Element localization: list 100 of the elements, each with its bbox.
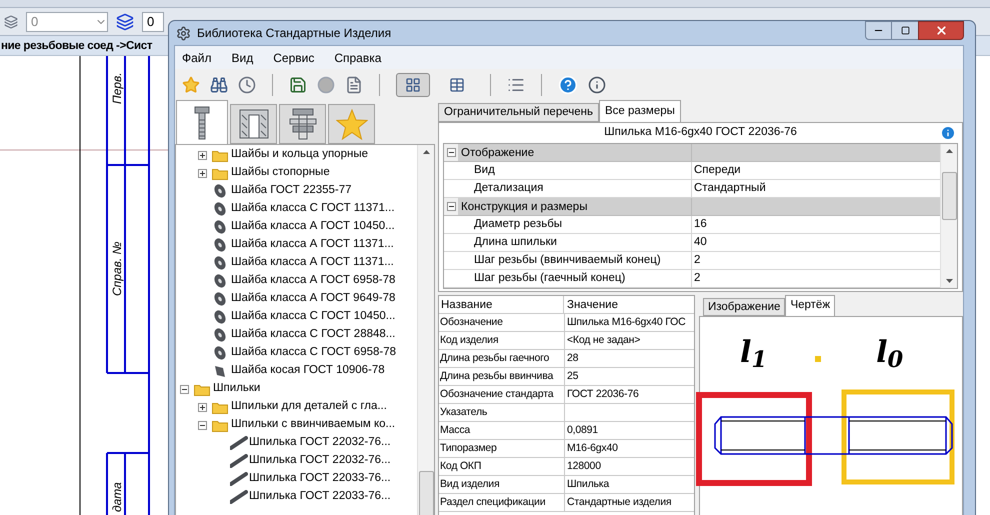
tree-item[interactable]: Шайба класса А ГОСТ 6958-78 bbox=[176, 272, 417, 290]
collapse-icon[interactable] bbox=[198, 420, 207, 430]
scrollbar[interactable] bbox=[417, 145, 434, 515]
star-icon[interactable] bbox=[182, 76, 200, 94]
folder-icon bbox=[194, 382, 210, 396]
slanted-washer-icon bbox=[212, 363, 228, 379]
tree-item[interactable]: Шайбы и кольца упорные bbox=[176, 146, 417, 164]
column-header[interactable]: Значение bbox=[564, 296, 694, 313]
scroll-down-icon[interactable] bbox=[946, 279, 952, 283]
tree-item[interactable]: Шайба косая ГОСТ 10906-78 bbox=[176, 362, 417, 380]
tree-item[interactable]: Шпилька ГОСТ 22032-76... bbox=[176, 452, 417, 470]
tab[interactable]: Ограничительный перечень bbox=[438, 103, 599, 122]
property-name: Шаг резьбы (гаечный конец) bbox=[474, 270, 692, 287]
category-tab[interactable] bbox=[279, 104, 326, 144]
property-value[interactable]: 40 bbox=[692, 234, 940, 251]
scrollbar-thumb[interactable] bbox=[418, 471, 434, 515]
tree-item[interactable]: Шпилька ГОСТ 22032-76... bbox=[176, 434, 417, 452]
tree-item[interactable]: Шпильки для деталей с гла... bbox=[176, 398, 417, 416]
washer-icon bbox=[212, 237, 228, 253]
close-button[interactable] bbox=[918, 21, 964, 40]
property-value[interactable]: 2 bbox=[692, 270, 940, 287]
expand-icon[interactable] bbox=[198, 402, 207, 412]
save-icon[interactable] bbox=[289, 76, 307, 94]
layers-icon[interactable] bbox=[116, 12, 134, 30]
expand-icon[interactable] bbox=[198, 150, 207, 160]
tree-item[interactable]: Шайба класса С ГОСТ 10450... bbox=[176, 308, 417, 326]
collapse-icon[interactable] bbox=[446, 202, 456, 211]
tab[interactable]: Чертёж bbox=[785, 295, 836, 316]
tree-item[interactable]: Шайба класса А ГОСТ 9649-78 bbox=[176, 290, 417, 308]
stamp-label: Справ. № bbox=[110, 241, 124, 296]
collapse-icon[interactable] bbox=[180, 384, 189, 394]
tree-item[interactable]: Шайба класса С ГОСТ 28848... bbox=[176, 326, 417, 344]
gear-icon bbox=[176, 26, 191, 40]
clock-icon[interactable] bbox=[238, 76, 256, 94]
table-cell-text: М16-6gх40 bbox=[566, 441, 619, 456]
table-cell: Вид изделия bbox=[439, 476, 565, 493]
tree-item[interactable]: Шайба класса А ГОСТ 10450... bbox=[176, 218, 417, 236]
expand-icon[interactable] bbox=[198, 168, 207, 178]
folder-icon bbox=[212, 418, 228, 432]
tab[interactable]: Все размеры bbox=[598, 100, 681, 122]
tab[interactable]: Изображение bbox=[703, 298, 786, 316]
scroll-up-icon[interactable] bbox=[946, 149, 952, 153]
property-name: Диаметр резьбы bbox=[474, 216, 692, 233]
washer-icon bbox=[212, 219, 228, 235]
property-value[interactable]: 2 bbox=[692, 252, 940, 269]
table-cell-text: 128000 bbox=[566, 459, 602, 474]
scrollbar[interactable] bbox=[940, 144, 957, 288]
category-tab[interactable] bbox=[230, 104, 277, 144]
property-value[interactable]: Стандартный bbox=[692, 180, 940, 197]
info-icon[interactable] bbox=[588, 76, 606, 94]
style-dropdown[interactable]: 0 bbox=[26, 12, 108, 32]
bolt-icon bbox=[193, 106, 211, 140]
washer-icon bbox=[212, 201, 228, 217]
tree-item[interactable]: Шпильки bbox=[176, 380, 417, 398]
table-cell: Длина резьбы гаечного bbox=[439, 350, 565, 367]
stud-icon bbox=[230, 490, 248, 504]
tree-item[interactable]: Шайба класса С ГОСТ 6958-78 bbox=[176, 344, 417, 362]
washer-icon bbox=[212, 345, 228, 361]
tree-item[interactable]: Шайба ГОСТ 22355-77 bbox=[176, 182, 417, 200]
tree-item[interactable]: Шпильки с ввинчиваемым ко... bbox=[176, 416, 417, 434]
table-cell: Длина резьбы ввинчива bbox=[439, 368, 565, 385]
tree-item[interactable]: Шпилька ГОСТ 22033-76... bbox=[176, 470, 417, 488]
stamp-label: дата bbox=[110, 482, 124, 512]
layer-state-icon[interactable] bbox=[4, 14, 18, 28]
folder-icon bbox=[212, 148, 228, 162]
table-cell: Код ОКП bbox=[439, 458, 565, 475]
scroll-up-icon[interactable] bbox=[422, 150, 430, 154]
washer-icon bbox=[212, 255, 228, 271]
help-icon[interactable] bbox=[558, 74, 578, 94]
tree-item[interactable]: Шпилька ГОСТ 22033-76... bbox=[176, 488, 417, 506]
tree-item[interactable]: Шайбы стопорные bbox=[176, 164, 417, 182]
category-tab[interactable] bbox=[176, 100, 228, 144]
grid-icon bbox=[405, 76, 421, 92]
column-header[interactable]: Название bbox=[439, 296, 564, 313]
document-icon[interactable] bbox=[345, 76, 363, 94]
binoculars-icon[interactable] bbox=[210, 76, 228, 94]
property-value[interactable]: 16 bbox=[692, 216, 940, 233]
table-cell: Обозначение bbox=[439, 314, 565, 331]
view-toggle-button[interactable] bbox=[396, 72, 430, 96]
property-name: Шаг резьбы (ввинчиваемый конец) bbox=[474, 252, 692, 269]
washer-icon bbox=[212, 309, 228, 325]
stamp-label: Перв. bbox=[110, 72, 124, 104]
tree-item[interactable]: Шайба класса А ГОСТ 11371... bbox=[176, 236, 417, 254]
property-value[interactable]: Спереди bbox=[692, 162, 940, 179]
collapse-icon[interactable] bbox=[446, 148, 456, 157]
table-cell: Обозначение стандарта bbox=[439, 386, 565, 403]
washer-icon bbox=[212, 183, 228, 199]
maximize-icon bbox=[900, 26, 910, 35]
scrollbar-thumb[interactable] bbox=[942, 172, 956, 220]
tree-item[interactable]: Шайба класса А ГОСТ 11371... bbox=[176, 254, 417, 272]
table-cell-text: 25 bbox=[566, 369, 580, 384]
table-cell-text: Шпилька bbox=[566, 477, 610, 492]
property-group-label: Отображение bbox=[458, 144, 692, 161]
table-cell-text: Стандартные изделия bbox=[566, 495, 672, 510]
layer-field[interactable]: 0 bbox=[142, 12, 164, 32]
maximize-button[interactable] bbox=[892, 21, 918, 40]
table-cell-text: Шпилька М16-6gх40 ГОС bbox=[566, 315, 686, 330]
folder-icon bbox=[212, 166, 228, 180]
tree-item[interactable]: Шайба класса С ГОСТ 11371... bbox=[176, 200, 417, 218]
table-cell-text: 28 bbox=[566, 351, 580, 366]
